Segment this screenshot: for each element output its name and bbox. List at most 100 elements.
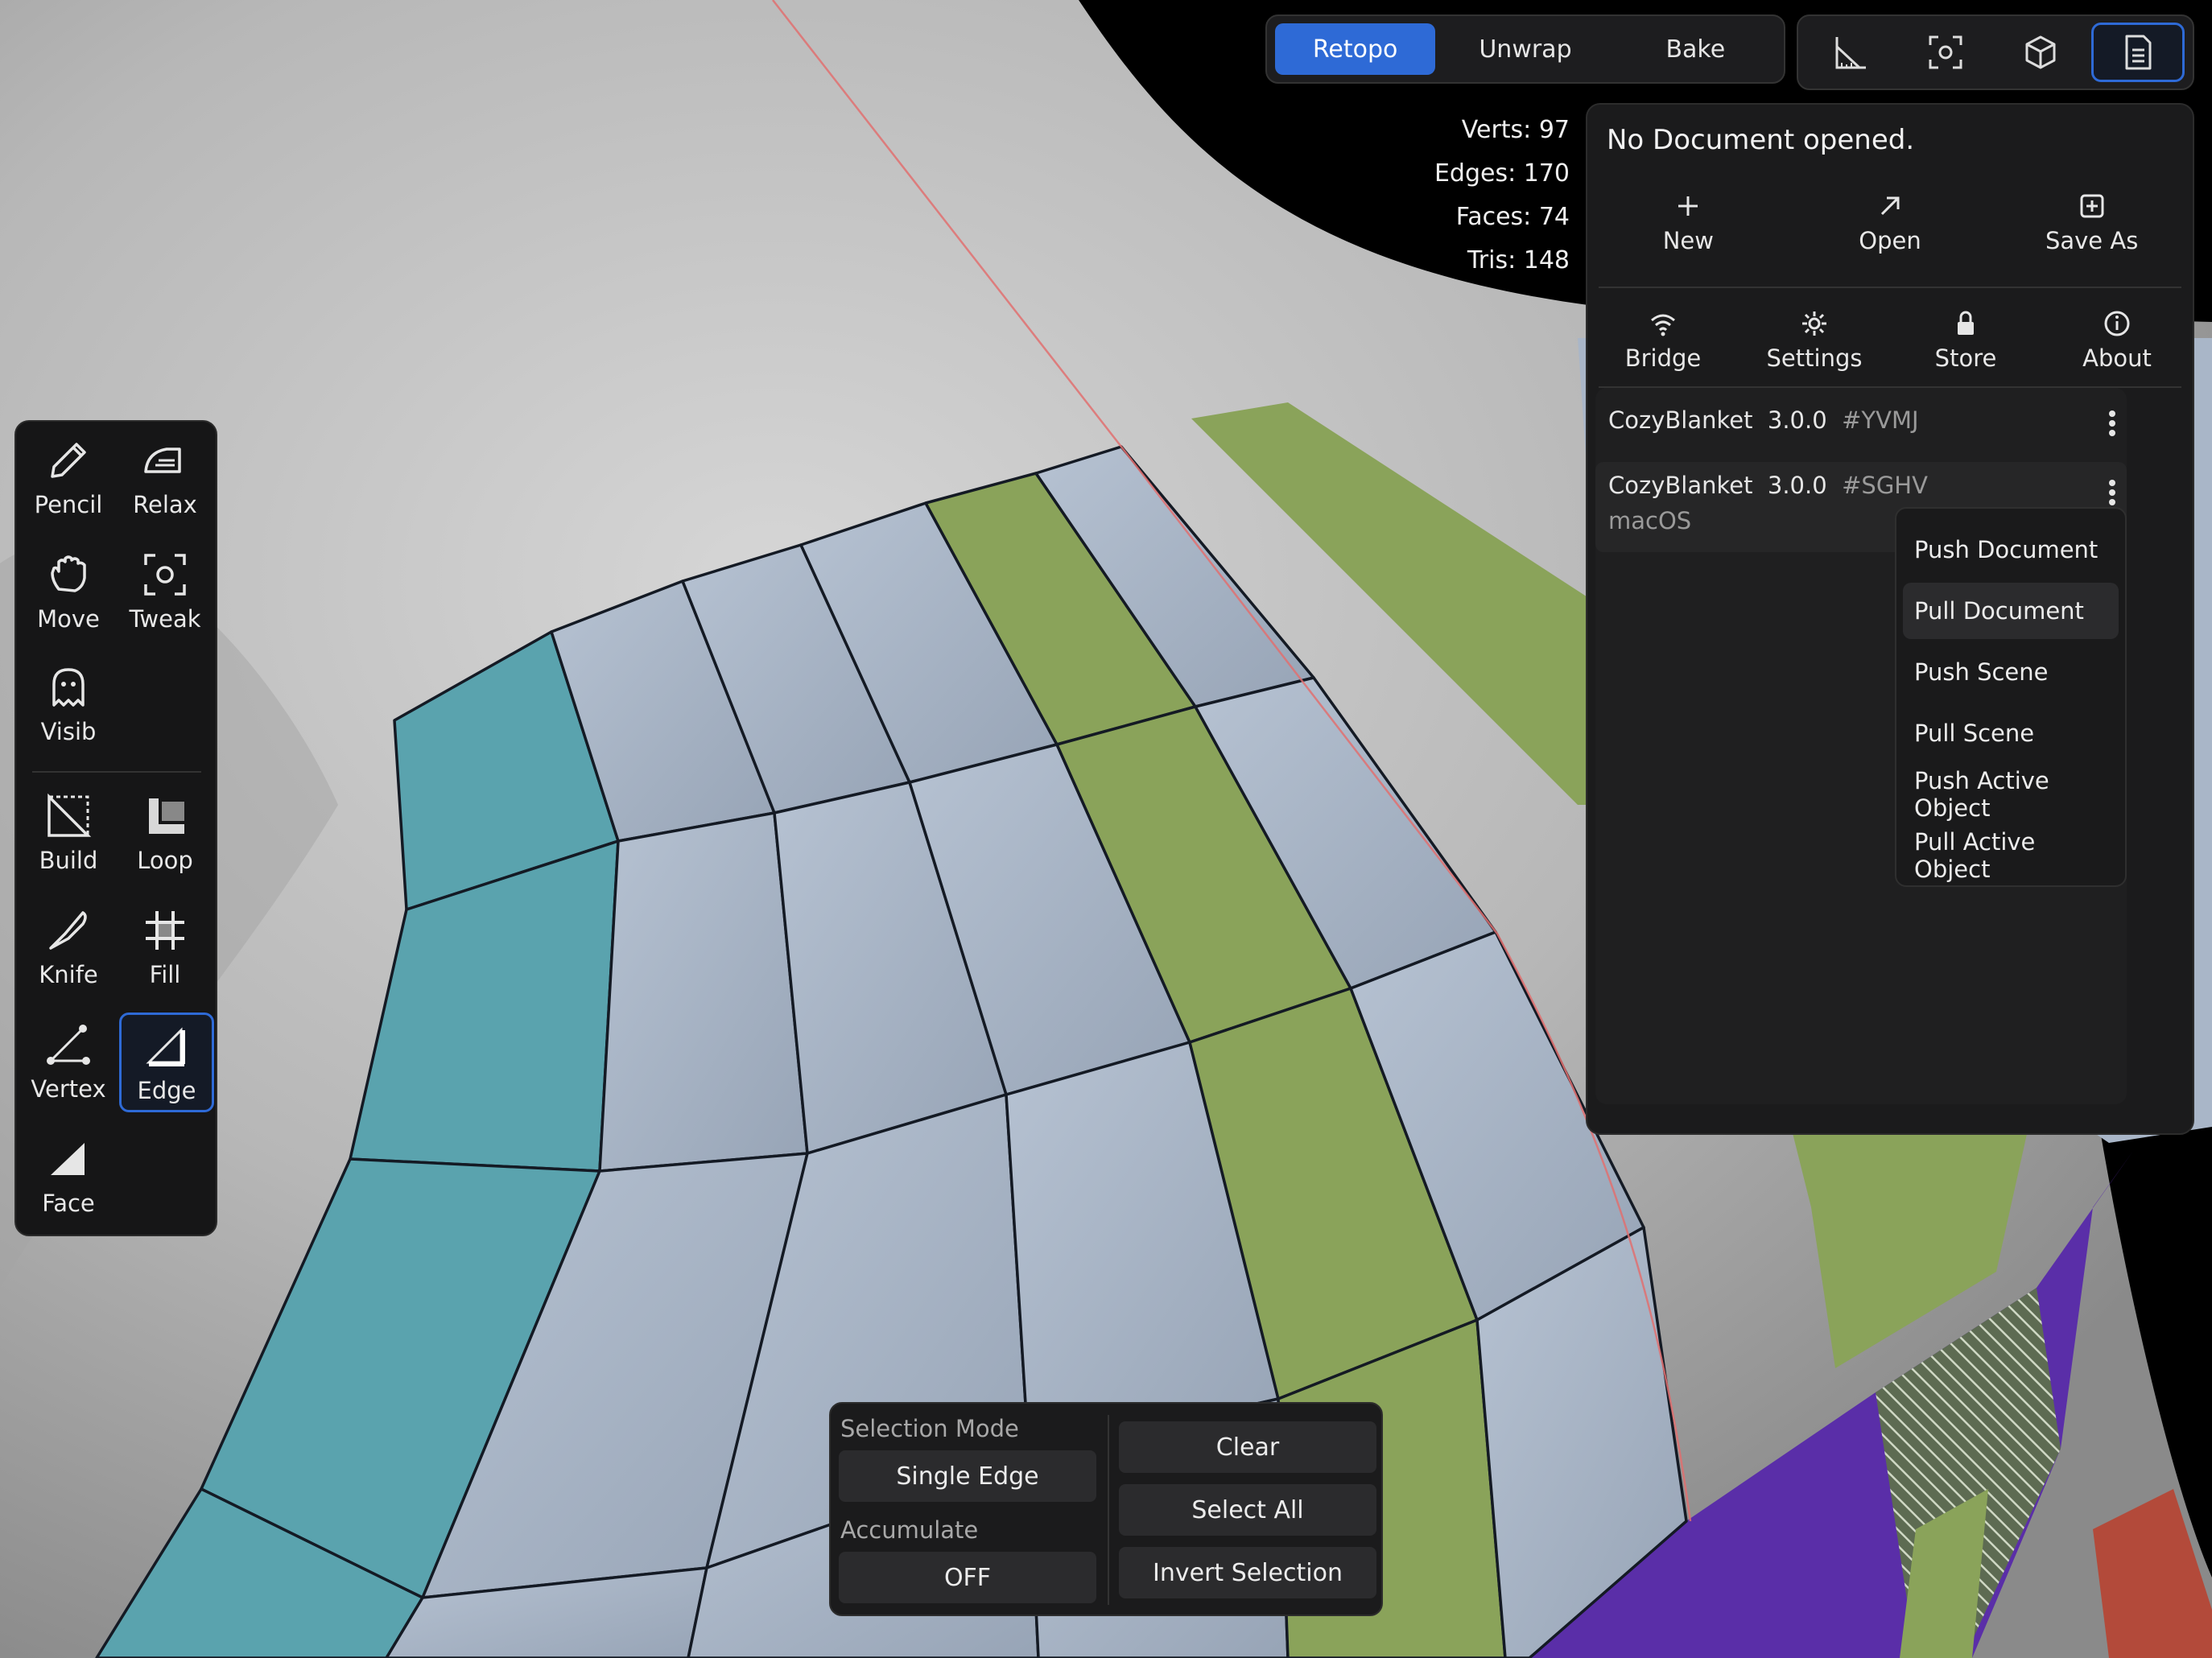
menu-push-active-object[interactable]: Push Active Object	[1903, 766, 2119, 823]
save-as-label: Save As	[2045, 227, 2139, 254]
accumulate-label: Accumulate	[840, 1516, 979, 1544]
tool-pencil-label: Pencil	[34, 491, 103, 518]
tool-loop-label: Loop	[137, 847, 193, 874]
frame-focus-button[interactable]	[1901, 23, 1990, 82]
tool-relax[interactable]: Relax	[118, 427, 213, 526]
menu-pull-scene[interactable]: Pull Scene	[1903, 705, 2119, 761]
toolbar-divider	[32, 771, 201, 773]
document-status: No Document opened.	[1607, 124, 1915, 156]
device-item[interactable]: CozyBlanket 3.0.0 #YVMJ	[1595, 396, 2127, 444]
store-button[interactable]: Store	[1893, 307, 2038, 372]
open-button[interactable]: Open	[1818, 190, 1962, 254]
device-hash: #SGHV	[1842, 472, 1928, 499]
stat-edges: Edges: 170	[1434, 159, 1570, 188]
device-name: CozyBlanket	[1608, 472, 1753, 499]
open-label: Open	[1859, 227, 1921, 254]
plus-icon	[1678, 196, 1698, 216]
settings-label: Settings	[1766, 344, 1863, 372]
document-button[interactable]	[2091, 23, 2185, 82]
gear-icon	[1802, 311, 1826, 336]
face-icon	[51, 1143, 85, 1175]
menu-push-scene[interactable]: Push Scene	[1903, 644, 2119, 700]
clear-selection-button[interactable]: Clear	[1119, 1421, 1376, 1473]
lock-icon	[1958, 311, 1974, 335]
edge-icon	[146, 1027, 185, 1066]
menu-pull-active-object[interactable]: Pull Active Object	[1903, 827, 2119, 884]
more-options-icon[interactable]	[2109, 476, 2115, 509]
select-all-button[interactable]: Select All	[1119, 1484, 1376, 1536]
more-options-icon[interactable]	[2109, 407, 2115, 439]
tool-vertex[interactable]: Vertex	[21, 1011, 116, 1111]
info-icon	[2104, 311, 2130, 336]
tool-relax-label: Relax	[133, 491, 197, 518]
tool-palette: Pencil Relax Move Tweak Visib Build Loop…	[14, 420, 217, 1236]
object-button[interactable]	[1996, 23, 2085, 82]
tool-move-label: Move	[37, 605, 100, 633]
mode-retopo-button[interactable]: Retopo	[1275, 23, 1436, 75]
vertex-icon	[47, 1025, 90, 1065]
selection-mode-dropdown[interactable]: Single Edge	[839, 1450, 1096, 1502]
mesh-stats: Verts: 97 Edges: 170 Faces: 74 Tris: 148	[1401, 109, 1570, 283]
device-version: 3.0.0	[1767, 406, 1827, 434]
ghost-icon	[52, 668, 85, 707]
tool-tweak[interactable]: Tweak	[118, 541, 213, 641]
frame-focus-icon	[1929, 35, 1962, 69]
tool-visibility-label: Visib	[40, 718, 97, 745]
device-hash: #YVMJ	[1842, 406, 1919, 434]
measure-button[interactable]	[1806, 23, 1895, 82]
tool-fill-label: Fill	[149, 961, 181, 988]
device-version: 3.0.0	[1767, 472, 1827, 499]
iron-icon	[144, 447, 181, 473]
stat-verts: Verts: 97	[1461, 116, 1570, 144]
menu-pull-document[interactable]: Pull Document	[1903, 583, 2119, 639]
tool-tweak-label: Tweak	[129, 605, 201, 633]
device-name: CozyBlanket	[1608, 406, 1753, 434]
tool-face[interactable]: Face	[21, 1125, 116, 1225]
tool-vertex-label: Vertex	[31, 1075, 106, 1103]
tool-knife-label: Knife	[39, 961, 98, 988]
build-icon	[47, 793, 92, 837]
app-actions: Bridge Settings Store About	[1587, 307, 2193, 372]
tool-build-label: Build	[39, 847, 98, 874]
grid-fill-icon	[146, 911, 184, 950]
loop-icon	[149, 798, 184, 834]
about-label: About	[2082, 344, 2152, 372]
device-context-menu: Push Document Pull Document Push Scene P…	[1895, 507, 2127, 887]
tool-edge[interactable]: Edge	[119, 1013, 214, 1112]
tool-move[interactable]: Move	[21, 541, 116, 641]
mode-switcher: Retopo Unwrap Bake	[1265, 14, 1785, 84]
tool-fill[interactable]: Fill	[118, 897, 213, 996]
selection-mode-label: Selection Mode	[840, 1415, 1019, 1442]
bridge-label: Bridge	[1624, 344, 1702, 372]
pencil-icon	[51, 443, 86, 478]
hand-icon	[51, 555, 86, 592]
wifi-icon	[1651, 314, 1675, 336]
bridge-button[interactable]: Bridge	[1591, 307, 1735, 372]
save-plus-icon	[2080, 194, 2104, 218]
save-as-button[interactable]: Save As	[2020, 190, 2165, 254]
about-button[interactable]: About	[2045, 307, 2189, 372]
measure-icon	[1835, 37, 1866, 69]
tweak-icon	[144, 554, 186, 596]
top-icon-toolbar	[1797, 14, 2194, 90]
document-icon	[2125, 35, 2152, 70]
tool-build[interactable]: Build	[21, 782, 116, 882]
mode-unwrap-button[interactable]: Unwrap	[1445, 23, 1605, 75]
tool-edge-label: Edge	[137, 1077, 196, 1104]
accumulate-toggle[interactable]: OFF	[839, 1552, 1096, 1603]
settings-button[interactable]: Settings	[1742, 307, 1887, 372]
tool-visibility[interactable]: Visib	[21, 654, 116, 753]
document-actions: New Open Save As	[1587, 190, 2193, 254]
mode-bake-button[interactable]: Bake	[1616, 23, 1776, 75]
invert-selection-button[interactable]: Invert Selection	[1119, 1547, 1376, 1598]
tool-loop[interactable]: Loop	[118, 782, 213, 882]
menu-push-document[interactable]: Push Document	[1903, 522, 2119, 578]
new-button[interactable]: New	[1616, 190, 1760, 254]
panel-divider	[1108, 1415, 1109, 1605]
cube-icon	[2025, 35, 2056, 69]
tool-knife[interactable]: Knife	[21, 897, 116, 996]
tool-pencil[interactable]: Pencil	[21, 427, 116, 526]
divider	[1599, 287, 2181, 288]
store-label: Store	[1934, 344, 1997, 372]
tool-face-label: Face	[42, 1190, 95, 1217]
